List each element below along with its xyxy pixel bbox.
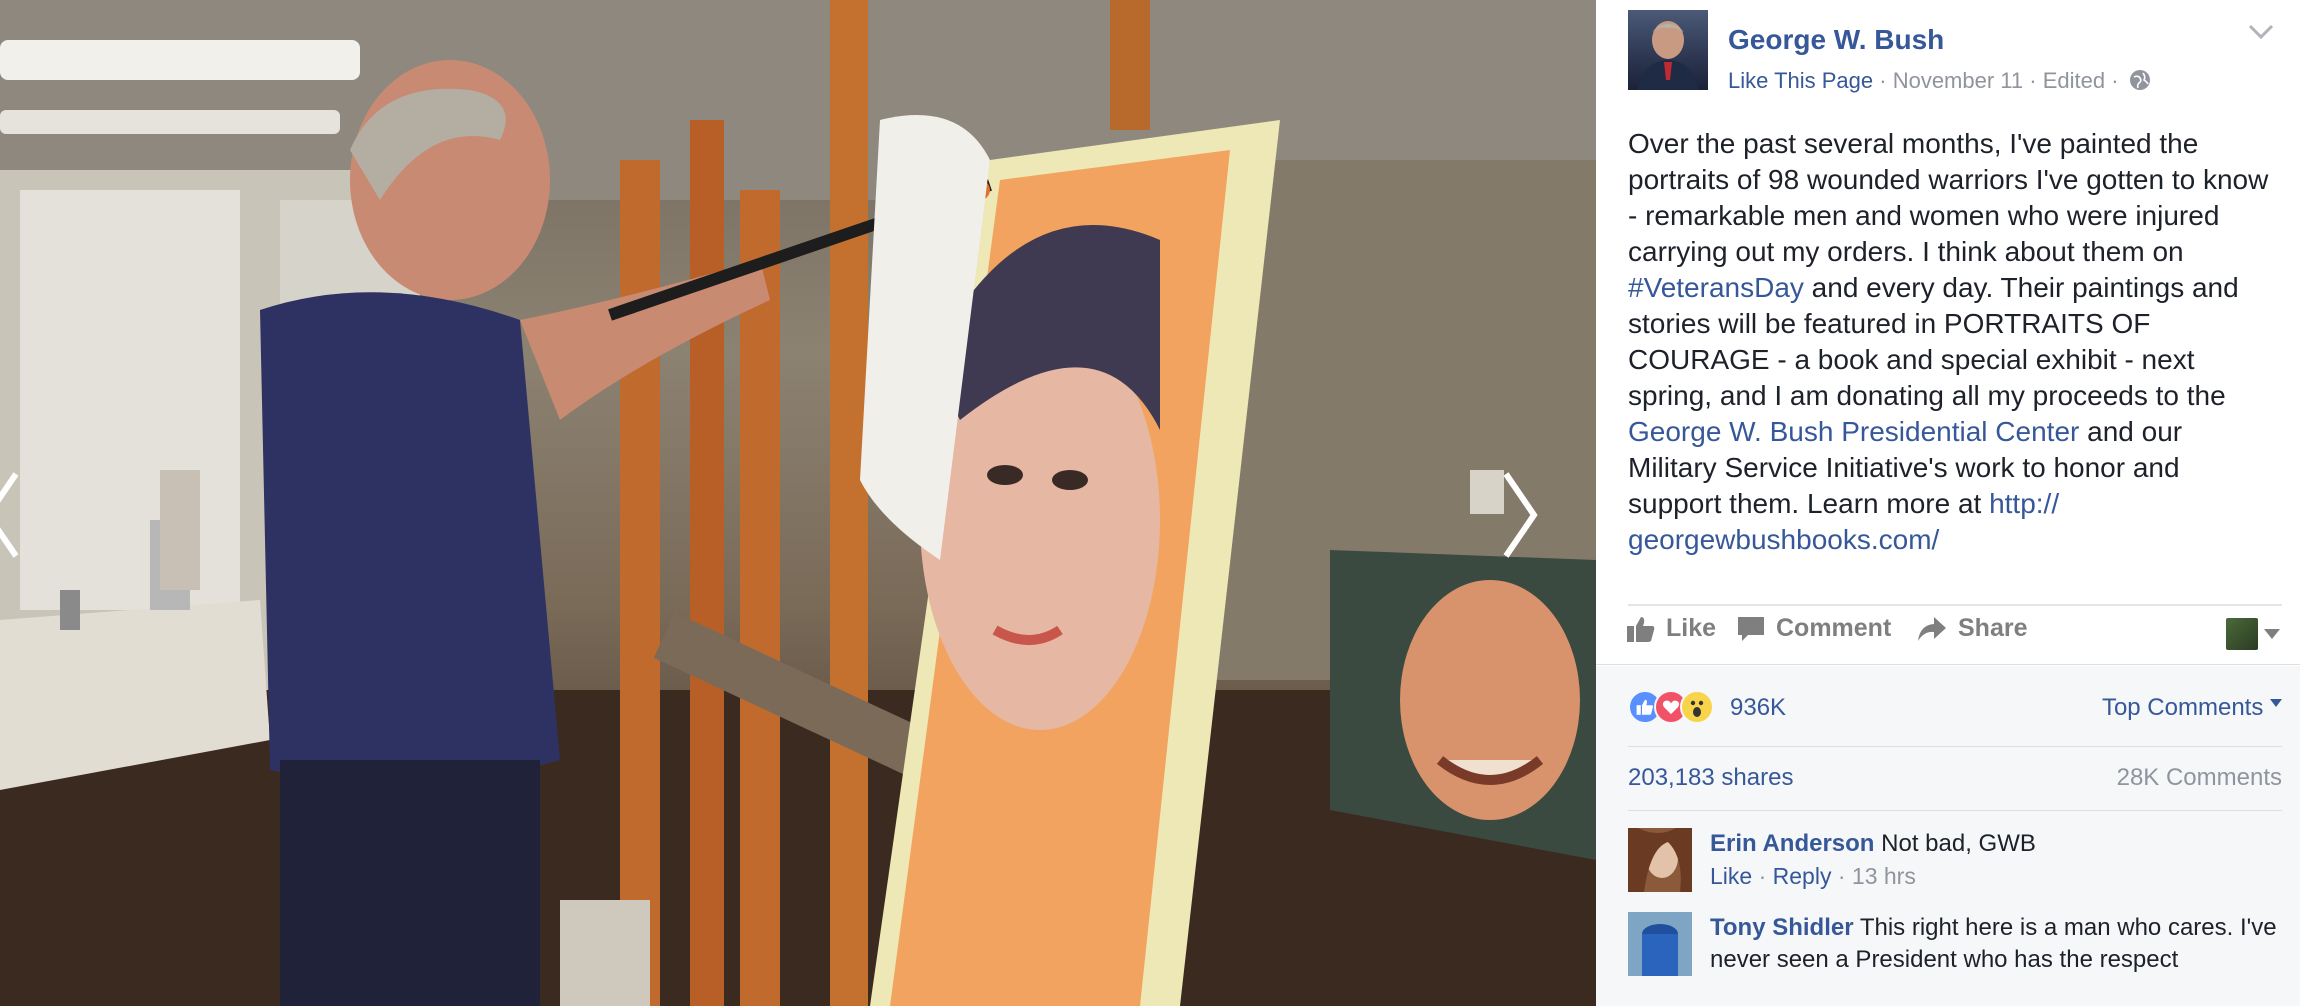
top-comments-dropdown[interactable]: Top Comments (2102, 694, 2282, 722)
chevron-right-icon (1503, 472, 1538, 558)
divider (1628, 810, 2282, 811)
comment-like-link[interactable]: Like (1710, 863, 1752, 889)
comment-item: Tony Shidler This right here is a man wh… (1628, 912, 2282, 1006)
divider (1628, 746, 2282, 747)
like-label: Like (1666, 614, 1717, 642)
avatar-portrait (1638, 21, 1698, 90)
viewer-avatar (2226, 618, 2258, 650)
reaction-icons[interactable] (1628, 690, 1714, 724)
divider (1596, 664, 2300, 665)
like-button[interactable]: Like (1626, 614, 1716, 643)
chevron-down-icon (2248, 24, 2274, 40)
chevron-left-icon (0, 472, 19, 558)
caret-down-icon (2270, 699, 2282, 707)
comment-item: Erin Anderson Not bad, GWB Like · Reply … (1628, 828, 2282, 900)
divider (1628, 604, 2282, 606)
post-meta: Like This Page · November 11 · Edited · (1728, 68, 2151, 97)
post-message: Over the past several months, I've paint… (1628, 126, 2278, 558)
comment-body: Erin Anderson Not bad, GWB Like · Reply … (1710, 828, 2282, 892)
meta-separator: · (2023, 68, 2043, 93)
hashtag-link[interactable]: #VeteransDay (1628, 272, 1804, 303)
post-menu-chevron[interactable] (2248, 24, 2274, 45)
shares-row: 203,183 shares 28K Comments (1628, 764, 2282, 798)
comment-time[interactable]: 13 hrs (1852, 863, 1916, 889)
painting-scene-illustration (0, 0, 1596, 1006)
previous-photo-button[interactable] (0, 470, 42, 590)
reactions-count[interactable]: 936K (1730, 694, 1786, 722)
meta-separator: · (2105, 68, 2125, 93)
caret-down-icon (2264, 629, 2280, 639)
share-button[interactable]: Share (1916, 614, 2027, 643)
comment-body: Tony Shidler This right here is a man wh… (1710, 912, 2282, 976)
like-page-link[interactable]: Like This Page (1728, 68, 1873, 93)
shares-count[interactable]: 203,183 shares (1628, 764, 1793, 792)
post-actions: Like Comment Share (1626, 614, 2280, 656)
thumbs-up-icon (1627, 616, 1655, 642)
page-avatar[interactable] (1628, 10, 1708, 90)
reactions-row: 936K Top Comments (1628, 688, 2282, 728)
meta-separator: · (1873, 68, 1893, 93)
post-date[interactable]: November 11 (1893, 68, 2023, 93)
post-text-part: Over the past several months, I've paint… (1628, 128, 2269, 267)
comment-author-link[interactable]: Tony Shidler (1710, 914, 1854, 941)
post-header: George W. Bush Like This Page · November… (1628, 10, 2280, 93)
top-comments-label: Top Comments (2101, 694, 2264, 721)
presidential-center-link[interactable]: George W. Bush Presidential Center (1628, 416, 2079, 447)
page-name-link[interactable]: George W. Bush (1728, 24, 1944, 56)
next-photo-button[interactable] (1500, 470, 1560, 590)
share-arrow-icon (1918, 616, 1946, 641)
comment-reply-link[interactable]: Reply (1773, 863, 1832, 889)
comment-label: Comment (1776, 614, 1892, 642)
comment-bubble-icon (1738, 616, 1764, 641)
commenter-avatar[interactable] (1628, 828, 1692, 892)
globe-icon (2129, 69, 2151, 97)
comment-meta: Like · Reply · 13 hrs (1710, 863, 1916, 889)
comment-button[interactable]: Comment (1736, 614, 1891, 643)
comment-author-link[interactable]: Erin Anderson (1710, 830, 1874, 857)
share-label: Share (1958, 614, 2028, 642)
edited-label[interactable]: Edited (2043, 68, 2105, 93)
comments-count[interactable]: 28K Comments (2117, 764, 2282, 792)
post-as-selector[interactable] (2226, 618, 2280, 650)
commenter-avatar[interactable] (1628, 912, 1692, 976)
wow-reaction-icon (1680, 690, 1714, 724)
comment-text: Not bad, GWB (1881, 830, 2036, 857)
post-side-panel: George W. Bush Like This Page · November… (1596, 0, 2300, 1006)
post-photo[interactable] (0, 0, 1596, 1006)
feedback-section: 936K Top Comments 203,183 shares 28K Com… (1596, 666, 2300, 1006)
